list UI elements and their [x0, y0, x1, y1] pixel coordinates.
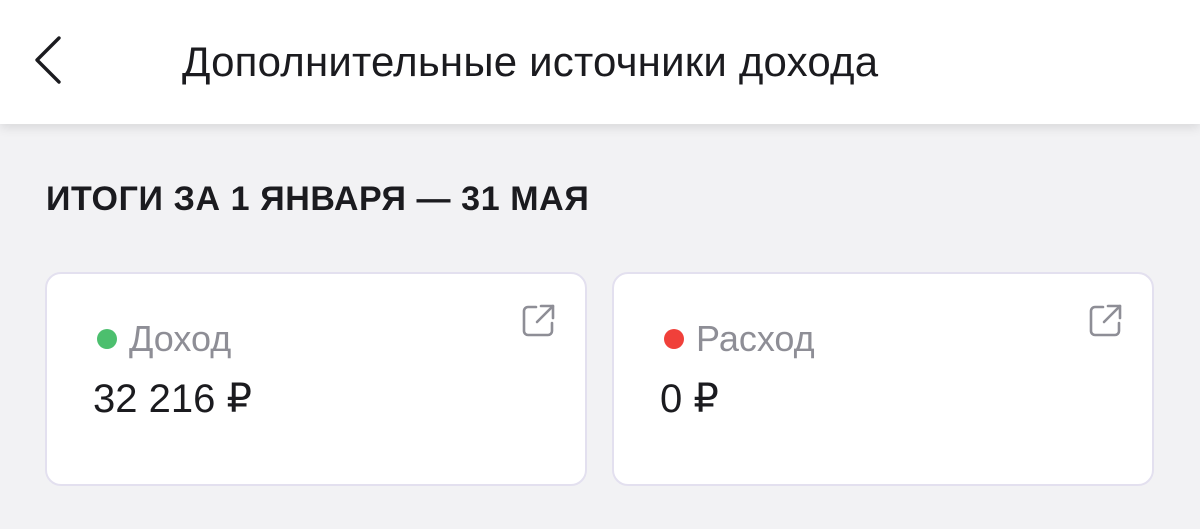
expense-card[interactable]: Расход 0 ₽ — [612, 272, 1154, 486]
expense-label: Расход — [696, 318, 815, 359]
external-link-icon[interactable] — [519, 302, 557, 340]
expense-status-dot — [664, 329, 684, 349]
external-link-icon[interactable] — [1086, 302, 1124, 340]
income-label-row: Доход — [97, 316, 231, 362]
page-title: Дополнительные источники дохода — [182, 38, 879, 85]
income-card[interactable]: Доход 32 216 ₽ — [45, 272, 587, 486]
income-status-dot — [97, 329, 117, 349]
income-label: Доход — [129, 318, 232, 359]
back-button[interactable] — [26, 34, 70, 86]
top-bar: Дополнительные источники дохода — [0, 0, 1200, 124]
period-heading: ИТОГИ ЗА 1 ЯНВАРЯ — 31 МАЯ — [46, 180, 590, 218]
chevron-left-icon — [35, 36, 61, 84]
summary-section: ИТОГИ ЗА 1 ЯНВАРЯ — 31 МАЯ Доход 32 216 … — [0, 124, 1200, 529]
income-value: 32 216 ₽ — [93, 377, 252, 421]
expense-label-row: Расход — [664, 316, 815, 362]
expense-value: 0 ₽ — [660, 377, 719, 421]
